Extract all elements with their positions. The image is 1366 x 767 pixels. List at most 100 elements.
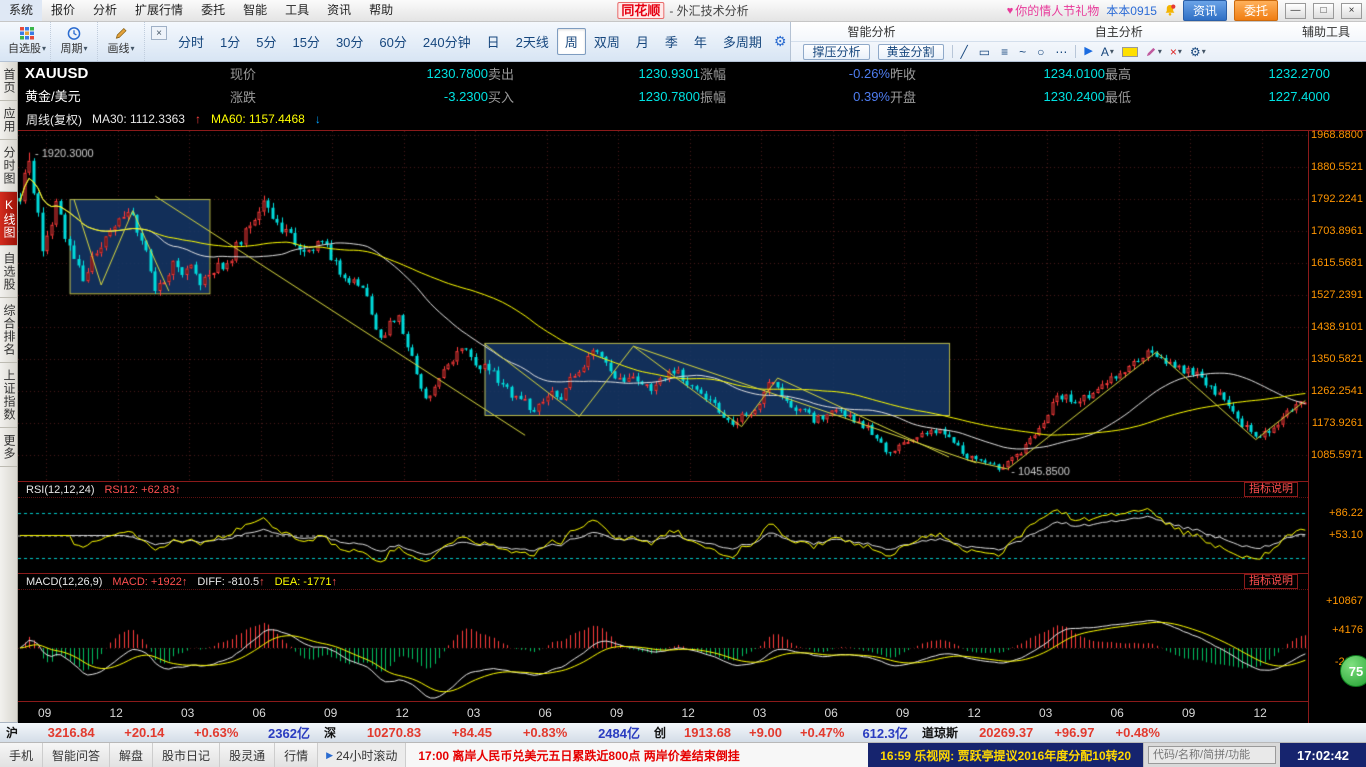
watchlist-tool-button[interactable]: 自选股 ▾: [4, 22, 51, 61]
tab-custom-analysis[interactable]: 自主分析: [951, 23, 1286, 40]
tab-smart-analysis[interactable]: 智能分析: [791, 23, 951, 40]
trade-button[interactable]: 委托: [1233, 0, 1278, 21]
draw-tool-icon[interactable]: ≡: [1001, 45, 1008, 59]
index-quote[interactable]: 深 10270.83 +84.45 +0.83% 2484亿: [324, 723, 654, 742]
period-button[interactable]: 月: [628, 28, 657, 55]
panel-settings-gear-icon[interactable]: ⚙ ▾: [1190, 46, 1206, 58]
index-pct: +0.47%: [799, 725, 845, 740]
text-tool-icon[interactable]: A ▾: [1101, 46, 1114, 58]
period-button[interactable]: 60分: [371, 28, 414, 55]
period-button[interactable]: 240分钟: [415, 28, 479, 55]
menu-item[interactable]: 分析: [84, 0, 126, 21]
draw-tool-icon[interactable]: ○: [1037, 45, 1044, 59]
menu-item[interactable]: 智能: [234, 0, 276, 21]
title-bar: 系统 报价 分析 扩展行情 委托 智能 工具 资讯 帮助 同花顺 - 外汇技术分析 ♥ 你的情人节…: [0, 0, 1366, 22]
close-button[interactable]: ×: [1341, 2, 1362, 19]
floating-score-badge[interactable]: 75: [1340, 655, 1366, 687]
sidebar-item-apps[interactable]: 应用: [0, 101, 17, 140]
sidebar-item-home[interactable]: 首页: [0, 62, 17, 101]
index-quote[interactable]: 创 1913.68 +9.00 +0.47% 612.3亿: [654, 723, 922, 742]
sidebar-item-watchlist[interactable]: 自选股: [0, 246, 17, 298]
analysis-panel: 智能分析 自主分析 辅助工具 撑压分析 黄金分割 ╱ ▭ ≡ ~ ○ ⋯ ▶ A ▾ ▾ ×…: [790, 22, 1366, 61]
menu-item[interactable]: 报价: [42, 0, 84, 21]
menu-item[interactable]: 帮助: [360, 0, 402, 21]
period-tool-button[interactable]: 周期 ▾: [51, 22, 98, 61]
period-button[interactable]: 2天线: [508, 28, 557, 55]
gift-heart-icon: ♥: [1006, 4, 1014, 17]
bottom-button[interactable]: 行情: [275, 743, 319, 767]
period-button[interactable]: 季: [657, 28, 686, 55]
bottom-button[interactable]: 手机: [0, 743, 44, 767]
period-settings-gear-icon[interactable]: ⚙: [774, 33, 787, 50]
bottom-button[interactable]: 解盘: [110, 743, 154, 767]
menu-item[interactable]: 扩展行情: [126, 0, 192, 21]
draw-tool-icon[interactable]: ⋯: [1055, 45, 1067, 59]
period-button[interactable]: 1分: [212, 28, 248, 55]
bottom-button[interactable]: 股市日记: [153, 743, 221, 767]
drawline-tool-button[interactable]: 画线 ▾: [98, 22, 145, 61]
menu-item[interactable]: 系统: [0, 0, 43, 21]
news-button[interactable]: 资讯: [1182, 0, 1227, 21]
news-ticker-secondary[interactable]: 16:59 乐视网: 贾跃亭提议2016年度分配10转20: [868, 743, 1143, 767]
maximize-button[interactable]: □: [1313, 2, 1334, 19]
chart-tab-close-button[interactable]: ×: [151, 26, 167, 40]
menu-item[interactable]: 工具: [276, 0, 318, 21]
period-button[interactable]: 15分: [284, 28, 327, 55]
support-pressure-button[interactable]: 撑压分析: [803, 43, 870, 60]
quote-field: 最高 1232.2700: [1105, 64, 1330, 83]
brush-tool-icon[interactable]: ▾: [1146, 46, 1162, 57]
quote-field: 涨跌 -3.2300: [230, 87, 488, 106]
draw-tool-icon[interactable]: ▭: [979, 45, 990, 59]
rsi-chart-canvas[interactable]: [18, 498, 1308, 573]
bottom-button[interactable]: 股灵通: [220, 743, 276, 767]
up-arrow-icon: ↑: [194, 112, 201, 126]
sidebar-item-kline-chart[interactable]: K线图: [0, 192, 17, 246]
index-quote[interactable]: 道琼斯 20269.37 +96.97 +0.48%: [922, 724, 1174, 741]
draw-tool-icon[interactable]: ╱: [961, 45, 968, 59]
news-ticker-primary[interactable]: 17:00 离岸人民币兑美元五日累跌近800点 两岸价差结束倒挂: [406, 743, 869, 767]
golden-section-button[interactable]: 黄金分割: [877, 43, 944, 60]
user-account-link[interactable]: 本本0915: [1106, 2, 1157, 19]
menu-item[interactable]: 委托: [192, 0, 234, 21]
main-chart-canvas[interactable]: [18, 131, 1308, 481]
color-swatch[interactable]: [1121, 46, 1138, 57]
cursor-tool-icon[interactable]: ▶: [1084, 46, 1092, 57]
symbol-block: XAUUSD 黄金/美元: [18, 62, 230, 108]
period-button[interactable]: 多周期: [715, 28, 770, 55]
quote-row-1: 现价 1230.7800 卖出 1230.9301 涨幅 -0.26% 昨收 1234.010…: [230, 62, 1348, 85]
rsi-value: RSI12: +62.83↑: [104, 483, 181, 496]
index-quote[interactable]: 沪 3216.84 +20.14 +0.63% 2362亿: [6, 723, 324, 742]
quote-field-label: 卖出: [488, 67, 515, 82]
tab-aux-tools[interactable]: 辅助工具: [1286, 23, 1366, 40]
index-name: 道琼斯: [922, 726, 959, 740]
minimize-button[interactable]: —: [1285, 2, 1306, 19]
price-axis-label: 1792.2241: [1311, 193, 1363, 205]
notification-bell-icon[interactable]: [1164, 4, 1176, 17]
delete-drawing-icon[interactable]: × ▾: [1170, 46, 1182, 58]
rsi-help-button[interactable]: 指标说明: [1244, 482, 1298, 497]
index-amount: 2362亿: [268, 726, 310, 741]
code-search-input[interactable]: [1148, 746, 1276, 764]
scroll-toggle-button[interactable]: ▶ 24小时滚动: [318, 743, 407, 767]
period-button[interactable]: 双周: [586, 28, 628, 55]
menu-item[interactable]: 资讯: [318, 0, 360, 21]
sidebar-item-sse-index[interactable]: 上证指数: [0, 363, 17, 428]
x-axis-label: 09: [610, 706, 624, 720]
period-button[interactable]: 周: [556, 28, 586, 55]
draw-tool-icon[interactable]: ~: [1019, 45, 1026, 59]
market-indices-bar: 沪 3216.84 +20.14 +0.63% 2362亿深 10270.83 +84.45…: [0, 722, 1366, 742]
bottom-button[interactable]: 智能问答: [43, 743, 111, 767]
promo-gift-link[interactable]: ♥ 你的情人节礼物: [1007, 2, 1100, 19]
sidebar-item-more[interactable]: 更多▾: [0, 428, 17, 467]
watchlist-tool-label: 自选股: [7, 43, 41, 55]
period-button[interactable]: 年: [686, 28, 715, 55]
x-axis-label: 06: [252, 706, 266, 720]
sidebar-item-ranking[interactable]: 综合排名: [0, 298, 17, 363]
period-button[interactable]: 5分: [248, 28, 284, 55]
period-button[interactable]: 分时: [170, 28, 212, 55]
period-button[interactable]: 日: [479, 28, 508, 55]
sidebar-item-intraday-chart[interactable]: 分时图: [0, 140, 17, 192]
period-button[interactable]: 30分: [328, 28, 371, 55]
macd-help-button[interactable]: 指标说明: [1244, 574, 1298, 589]
macd-chart-canvas[interactable]: [18, 590, 1308, 701]
